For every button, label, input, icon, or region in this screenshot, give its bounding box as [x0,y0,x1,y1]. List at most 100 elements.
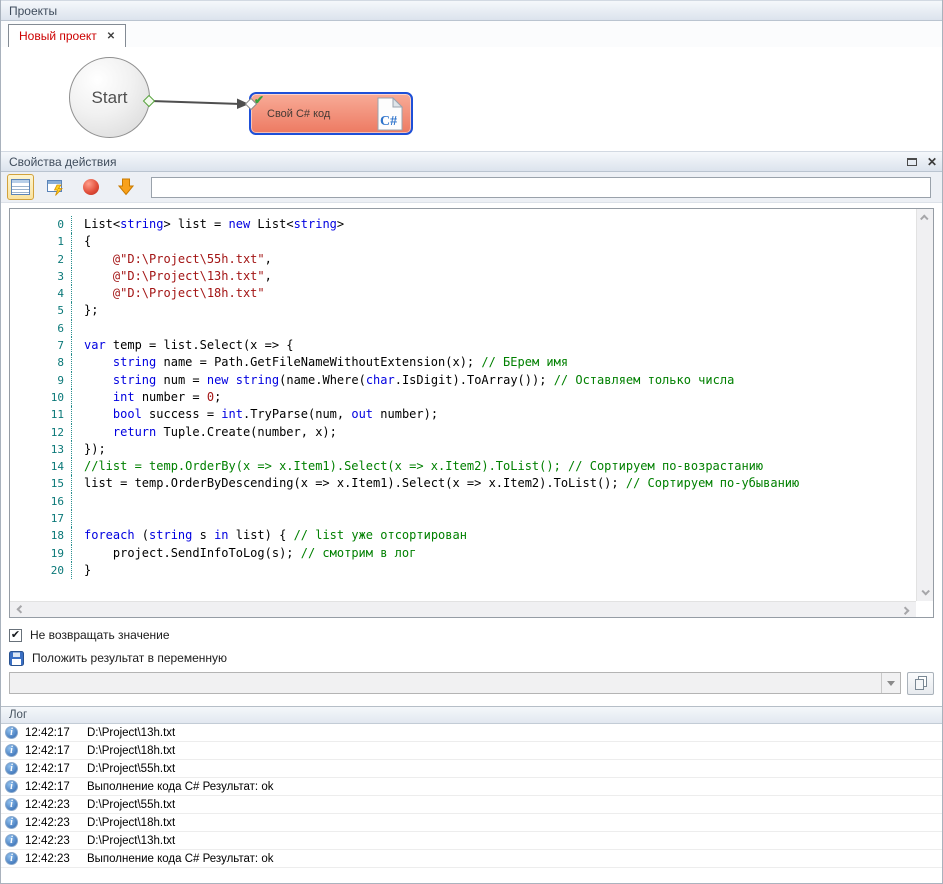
log-entry[interactable]: i12:42:17D:\Project\13h.txt [1,724,942,742]
vertical-scrollbar[interactable] [916,209,933,601]
code-line[interactable]: 9 string num = new string(name.Where(cha… [10,372,916,389]
properties-panel-title: Свойства действия [9,155,902,169]
code-line[interactable]: 3 @"D:\Project\13h.txt", [10,268,916,285]
flow-canvas[interactable]: Start ✔ Свой C# код C# [1,47,942,151]
scroll-up-icon[interactable] [920,214,928,222]
code-text: var temp = list.Select(x => { [72,337,294,354]
line-number: 0 [10,216,72,233]
code-line[interactable]: 4 @"D:\Project\18h.txt" [10,285,916,302]
log-entry[interactable]: i12:42:17D:\Project\55h.txt [1,760,942,778]
code-line[interactable]: 19 project.SendInfoToLog(s); // смотрим … [10,545,916,562]
line-number: 17 [10,510,72,527]
info-icon: i [5,726,18,739]
variable-field[interactable] [10,673,881,693]
log-message: Выполнение кода C# Результат: ok [87,853,273,865]
log-time: 12:42:23 [25,835,73,847]
line-number: 7 [10,337,72,354]
code-line[interactable]: 8 string name = Path.GetFileNameWithoutE… [10,354,916,371]
code-line[interactable]: 1{ [10,233,916,250]
tab-label: Новый проект [19,29,97,43]
action-block-label: Свой C# код [267,108,330,120]
window-lightning-icon [47,179,65,196]
code-line[interactable]: 16 [10,493,916,510]
code-text: }); [72,441,106,458]
start-node[interactable]: Start [69,57,150,138]
log-entry[interactable]: i12:42:23D:\Project\18h.txt [1,814,942,832]
no-return-checkbox[interactable]: ✔ [9,629,22,642]
log-entry[interactable]: i12:42:23D:\Project\55h.txt [1,796,942,814]
info-icon: i [5,852,18,865]
code-line[interactable]: 12 return Tuple.Create(number, x); [10,424,916,441]
code-editor[interactable]: 0List<string> list = new List<string>1{2… [9,208,934,618]
log-time: 12:42:23 [25,799,73,811]
code-editor-lines[interactable]: 0List<string> list = new List<string>1{2… [10,209,916,601]
line-number: 20 [10,562,72,579]
line-number: 14 [10,458,72,475]
code-text: string name = Path.GetFileNameWithoutExt… [72,354,568,371]
line-number: 18 [10,527,72,544]
variable-combobox[interactable] [9,672,901,694]
info-icon: i [5,798,18,811]
code-line[interactable]: 5}; [10,302,916,319]
code-line[interactable]: 17 [10,510,916,527]
table-view-button[interactable] [7,174,34,200]
log-time: 12:42:17 [25,727,73,739]
code-line[interactable]: 14//list = temp.OrderBy(x => x.Item1).Se… [10,458,916,475]
app-window: Проекты Новый проект ✕ Start ✔ Свой C# к… [0,0,943,884]
code-line[interactable]: 11 bool success = int.TryParse(num, out … [10,406,916,423]
code-line[interactable]: 18foreach (string s in list) { // list у… [10,527,916,544]
code-text [72,493,84,510]
info-icon: i [5,780,18,793]
code-line[interactable]: 10 int number = 0; [10,389,916,406]
code-line[interactable]: 13}); [10,441,916,458]
no-return-label: Не возвращать значение [30,628,170,642]
line-number: 9 [10,372,72,389]
code-line[interactable]: 7var temp = list.Select(x => { [10,337,916,354]
code-text: }; [72,302,98,319]
quick-code-button[interactable] [42,174,69,200]
code-text: { [72,233,91,250]
arrowhead-icon [237,99,249,110]
line-number: 4 [10,285,72,302]
info-icon: i [5,834,18,847]
log-entry[interactable]: i12:42:23D:\Project\13h.txt [1,832,942,850]
scroll-right-icon[interactable] [901,606,909,614]
code-line[interactable]: 6 [10,320,916,337]
line-number: 6 [10,320,72,337]
red-circle-icon [83,179,99,195]
close-button[interactable]: ✕ [922,154,942,170]
action-block-csharp[interactable]: ✔ Свой C# код C# [249,92,413,135]
code-line[interactable]: 15list = temp.OrderByDescending(x => x.I… [10,475,916,492]
code-line[interactable]: 0List<string> list = new List<string> [10,216,916,233]
properties-toolbar [1,172,942,203]
log-panel-title: Лог [9,709,27,721]
line-number: 11 [10,406,72,423]
maximize-button[interactable] [902,154,922,170]
tab-new-project[interactable]: Новый проект ✕ [8,24,126,47]
log-time: 12:42:17 [25,745,73,757]
line-number: 15 [10,475,72,492]
tab-close-icon[interactable]: ✕ [107,31,115,42]
maximize-icon [907,158,917,166]
code-text [72,510,84,527]
search-input[interactable] [151,177,931,198]
log-time: 12:42:17 [25,781,73,793]
log-entry[interactable]: i12:42:17Выполнение кода C# Результат: o… [1,778,942,796]
variable-row [9,672,934,694]
horizontal-scrollbar[interactable] [10,601,916,617]
scroll-left-icon[interactable] [16,605,24,613]
code-line[interactable]: 2 @"D:\Project\55h.txt", [10,251,916,268]
code-line[interactable]: 20} [10,562,916,579]
step-button[interactable] [112,174,139,200]
breakpoint-button[interactable] [77,174,104,200]
line-number: 12 [10,424,72,441]
table-icon [11,179,30,195]
info-icon: i [5,762,18,775]
log-entry[interactable]: i12:42:17D:\Project\18h.txt [1,742,942,760]
log-entry[interactable]: i12:42:23Выполнение кода C# Результат: o… [1,850,942,868]
code-text: List<string> list = new List<string> [72,216,344,233]
copy-button[interactable] [907,672,934,695]
scroll-down-icon[interactable] [921,587,929,595]
start-node-label: Start [92,88,128,108]
dropdown-button[interactable] [881,673,900,693]
